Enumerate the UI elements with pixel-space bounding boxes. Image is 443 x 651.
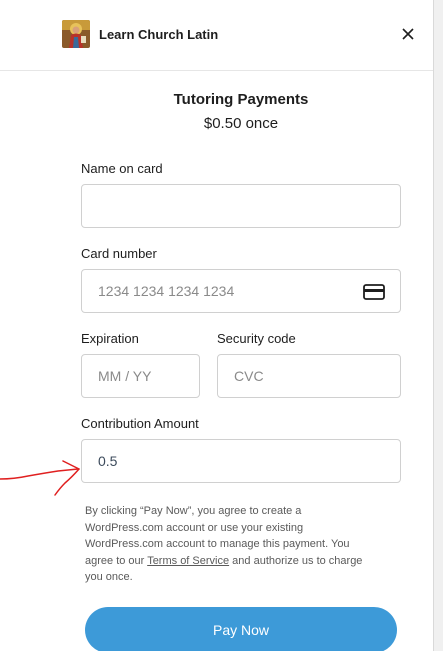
- pay-now-label: Pay Now: [212, 622, 270, 638]
- name-on-card-input[interactable]: [81, 184, 401, 228]
- payment-modal: Learn Church Latin Tutoring Payments $0.…: [0, 0, 434, 651]
- site-name: Learn Church Latin: [99, 27, 219, 42]
- expiration-placeholder: MM / YY: [98, 368, 152, 384]
- pay-now-button[interactable]: Pay Now: [85, 607, 397, 651]
- card-number-placeholder: 1234 1234 1234 1234: [98, 283, 235, 299]
- contribution-amount-value: 0.5: [98, 453, 118, 469]
- close-icon: [402, 28, 414, 40]
- background-strip: [434, 0, 443, 651]
- contribution-amount-label: Contribution Amount: [81, 416, 199, 431]
- security-code-input[interactable]: CVC: [217, 354, 401, 398]
- name-on-card-label: Name on card: [81, 161, 163, 176]
- card-number-label: Card number: [81, 246, 157, 261]
- contribution-amount-input[interactable]: 0.5: [81, 439, 401, 483]
- modal-header: Learn Church Latin: [0, 0, 433, 71]
- credit-card-icon: [363, 284, 385, 300]
- product-price: $0.50 once: [203, 115, 279, 132]
- expiration-input[interactable]: MM / YY: [81, 354, 200, 398]
- security-code-placeholder: CVC: [234, 368, 264, 384]
- product-title: Tutoring Payments: [173, 91, 309, 108]
- terms-disclaimer: By clicking “Pay Now”, you agree to crea…: [85, 503, 365, 586]
- terms-of-service-link[interactable]: Terms of Service: [147, 555, 229, 567]
- security-code-label: Security code: [217, 331, 296, 346]
- card-number-input[interactable]: 1234 1234 1234 1234: [81, 269, 401, 313]
- saint-portrait-icon: [62, 20, 90, 48]
- close-button[interactable]: [398, 24, 418, 44]
- expiration-label: Expiration: [81, 331, 139, 346]
- annotation-arrow-icon: [0, 460, 80, 496]
